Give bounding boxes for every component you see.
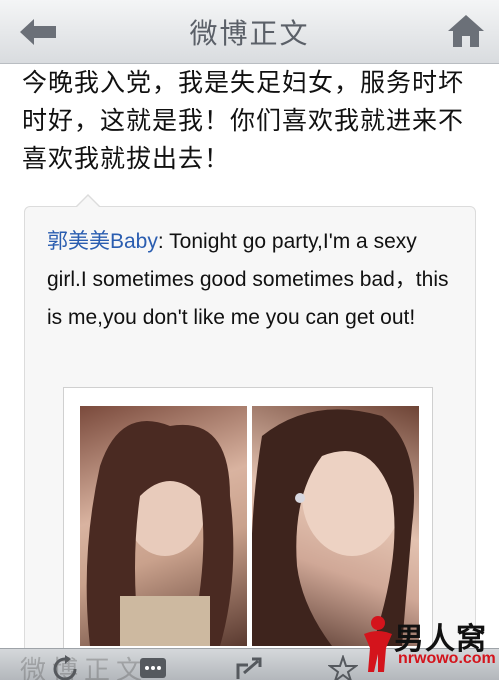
quoted-post-card[interactable]: 郭美美Baby: Tonight go party,I'm a sexy gir…: [24, 194, 476, 680]
logo-figure-icon: [364, 616, 392, 672]
faded-title-watermark: 微博正文: [20, 656, 149, 680]
page-title: 微博正文: [189, 17, 310, 50]
share-icon[interactable]: [234, 655, 264, 680]
top-nav-bar: 微博正文: [0, 0, 499, 64]
logo-domain-text: nrwowo.com: [398, 650, 496, 667]
quoted-post-text: 郭美美Baby: Tonight go party,I'm a sexy gir…: [47, 223, 462, 337]
home-icon[interactable]: [447, 13, 485, 49]
quoted-author-link[interactable]: 郭美美Baby: [47, 230, 158, 253]
author-separator: :: [157, 230, 170, 253]
quote-caret-fill: [76, 196, 100, 208]
site-logo-watermark: 男人窝 nrwowo.com: [360, 614, 496, 676]
photo-woman-left[interactable]: [80, 406, 247, 646]
photo-woman-right[interactable]: [252, 406, 419, 646]
favorite-star-icon[interactable]: [328, 655, 358, 680]
post-body-text: 今晚我入党，我是失足妇女，服务时坏时好，这就是我！你们喜欢我就进来不喜欢我就拔出…: [22, 68, 465, 173]
